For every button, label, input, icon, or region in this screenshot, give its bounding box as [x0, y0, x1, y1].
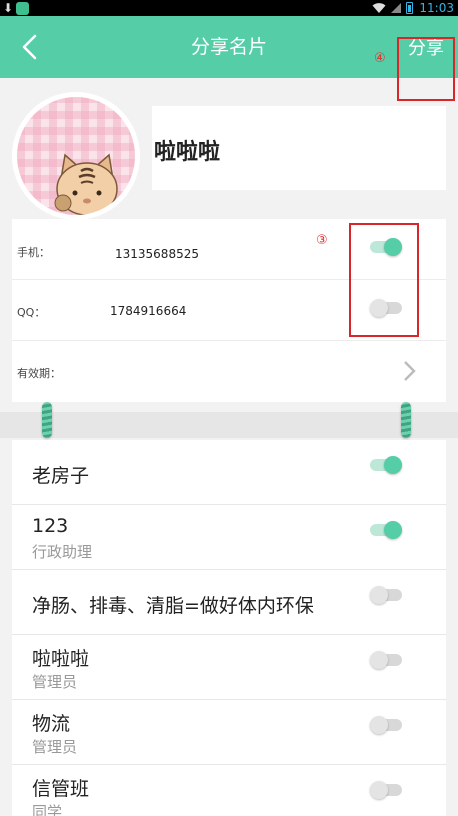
list-item[interactable]: 老房子: [12, 440, 446, 505]
annotation-box-share: [397, 37, 455, 101]
list-item[interactable]: 123 行政助理: [12, 505, 446, 570]
clock: 11:03: [419, 1, 454, 15]
group-toggle-0[interactable]: [370, 456, 402, 474]
group-toggle-1[interactable]: [370, 521, 402, 539]
group-toggle-2[interactable]: [370, 586, 402, 604]
group-toggle-4[interactable]: [370, 716, 402, 734]
list-item[interactable]: 啦啦啦 管理员: [12, 635, 446, 700]
group-subtitle: 同学: [32, 803, 63, 816]
name-card: 啦啦啦: [152, 106, 446, 190]
app-notification-icon: [16, 1, 30, 15]
group-title: 净肠、排毒、清脂=做好体内环保: [32, 595, 314, 617]
wifi-icon: [372, 3, 386, 13]
group-list: 老房子 123 行政助理 净肠、排毒、清脂=做好体内环保 啦啦啦 管理员 物流 …: [12, 440, 446, 816]
group-toggle-5[interactable]: [370, 781, 402, 799]
group-title: 老房子: [32, 465, 90, 487]
list-item[interactable]: 信管班 同学: [12, 765, 446, 816]
avatar[interactable]: [12, 92, 140, 220]
group-subtitle: 管理员: [32, 738, 78, 756]
group-title: 物流: [32, 713, 71, 735]
back-arrow-icon: [22, 34, 37, 60]
validity-label: 有效期：: [17, 367, 61, 380]
group-toggle-3[interactable]: [370, 651, 402, 669]
battery-icon: [406, 2, 414, 14]
toolbar: 分享名片 分享: [0, 16, 458, 78]
download-icon: ⬇: [3, 1, 14, 15]
list-item[interactable]: 物流 管理员: [12, 700, 446, 765]
annotation-number-3: ③: [316, 233, 328, 248]
group-title: 123: [32, 515, 69, 537]
avatar-image: [17, 97, 135, 215]
page-title: 分享名片: [190, 36, 267, 58]
status-bar: ⬇ 11:03: [0, 0, 458, 16]
binder-ring-right: [401, 402, 411, 438]
annotation-number-4: ④: [374, 51, 386, 66]
phone-value: 13135688525: [115, 247, 199, 261]
validity-row[interactable]: 有效期：: [12, 341, 446, 402]
qq-label: QQ：: [17, 306, 46, 319]
binder-strip: [0, 412, 458, 438]
group-title: 信管班: [32, 778, 90, 800]
signal-icon: [391, 3, 402, 13]
qq-value: 1784916664: [110, 304, 187, 318]
annotation-box-toggles: [349, 223, 419, 337]
group-title: 啦啦啦: [32, 648, 90, 670]
profile-name: 啦啦啦: [154, 140, 221, 165]
back-button[interactable]: [14, 30, 44, 64]
phone-label: 手机：: [17, 246, 50, 259]
list-item[interactable]: 净肠、排毒、清脂=做好体内环保: [12, 570, 446, 635]
binder-ring-left: [42, 402, 52, 438]
cat-avatar-icon: [54, 153, 118, 215]
group-subtitle: 管理员: [32, 673, 78, 691]
chevron-right-icon[interactable]: [402, 360, 416, 382]
group-subtitle: 行政助理: [32, 543, 93, 561]
